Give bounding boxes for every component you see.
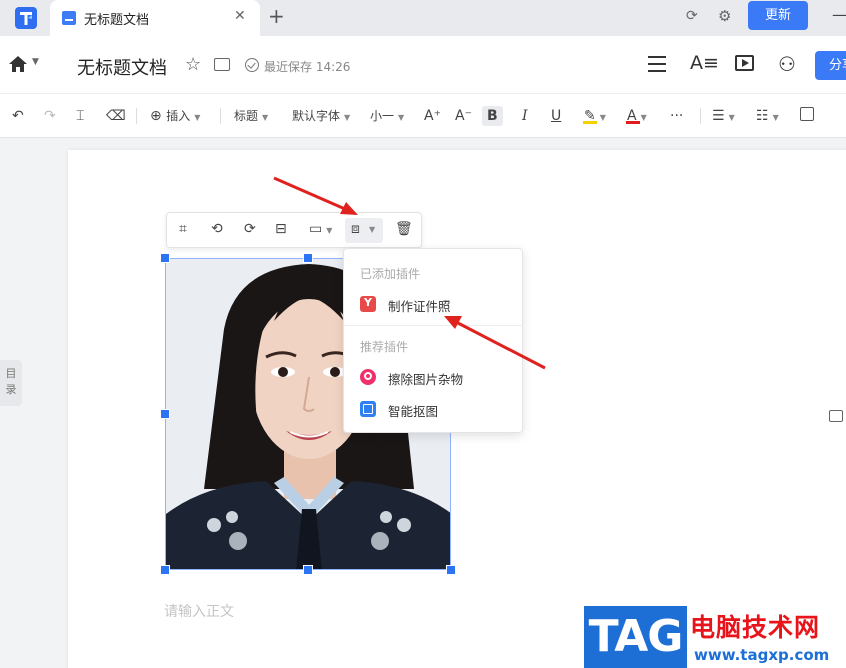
watermark-logo: TAG	[584, 606, 687, 668]
site-watermark: TAG 电脑技术网 www.tagxp.com	[584, 606, 846, 668]
watermark-url: www.tagxp.com	[694, 646, 830, 664]
annotation-arrow-to-id-photo	[457, 321, 546, 370]
annotation-arrows	[273, 176, 546, 370]
watermark-site-name: 电脑技术网	[690, 613, 821, 642]
annotation-arrow-to-plugin	[273, 176, 346, 211]
